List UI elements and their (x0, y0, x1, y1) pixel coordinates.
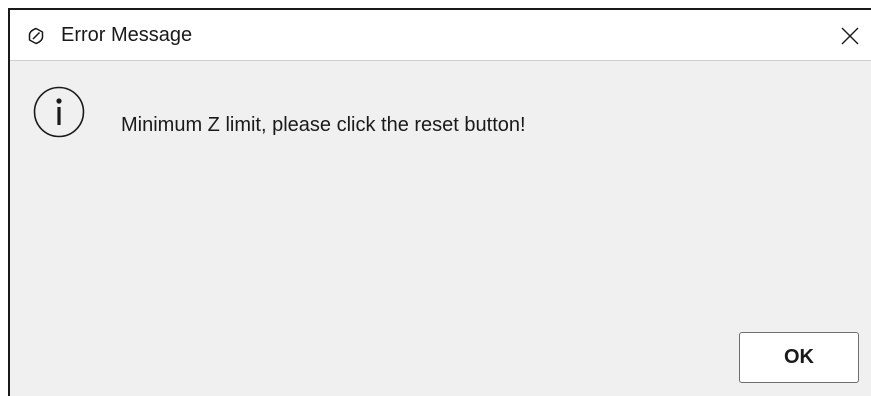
title-bar[interactable]: Error Message (10, 10, 871, 61)
error-message-text: Minimum Z limit, please click the reset … (121, 114, 526, 136)
window-title: Error Message (61, 24, 193, 46)
info-icon (32, 85, 86, 139)
ok-button[interactable]: OK (739, 332, 859, 383)
app-logo-icon (27, 27, 45, 45)
close-icon[interactable] (837, 23, 863, 49)
error-dialog-window: Error Message Minimum Z limit, please cl… (8, 8, 871, 396)
